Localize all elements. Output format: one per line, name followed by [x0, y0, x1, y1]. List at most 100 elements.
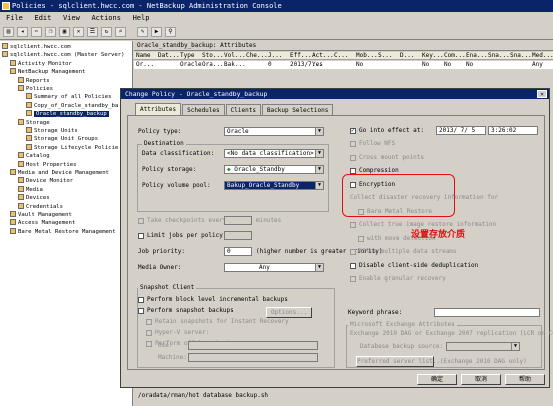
refresh-icon[interactable]: ↻	[101, 27, 112, 37]
tab-backup-selections[interactable]: Backup Selections	[261, 104, 334, 115]
delete-icon[interactable]: ✕	[73, 27, 84, 37]
column-header[interactable]: Eff...	[290, 52, 312, 60]
column-header[interactable]: Key...	[422, 52, 444, 60]
policy-type-select[interactable]: Oracle ▼	[224, 127, 324, 136]
media-owner-select[interactable]: Any ▼	[224, 263, 324, 272]
paste-icon[interactable]: ▣	[59, 27, 70, 37]
tree-item[interactable]: Reports	[18, 76, 50, 85]
tree-item[interactable]: Copy_of_Oracle_standby_ba	[26, 101, 118, 110]
policy-new-icon[interactable]: ✎	[137, 27, 148, 37]
menu-help[interactable]: Help	[133, 13, 150, 24]
tree-item[interactable]: Credentials	[18, 202, 63, 211]
tree-item[interactable]: Bare Metal Restore Management	[10, 227, 116, 236]
go-date-field[interactable]: 2013/ 7/ 5	[436, 126, 486, 135]
job-priority-field[interactable]: 0	[224, 247, 252, 256]
tree-item[interactable]: Devices	[18, 194, 50, 202]
column-header[interactable]: Name	[136, 52, 150, 60]
tree-item[interactable]: Summary of all Policies	[26, 93, 111, 101]
tree-item[interactable]: Media and Device Management	[10, 169, 109, 177]
tree-item[interactable]: Access Management	[10, 219, 75, 227]
tab-schedules[interactable]: Schedules	[182, 104, 225, 115]
close-icon[interactable]: ×	[537, 90, 547, 98]
properties-icon[interactable]: ☰	[87, 27, 98, 37]
option-checkbox[interactable]	[350, 249, 356, 255]
find-icon[interactable]: ⌕	[115, 27, 126, 37]
tab-attributes[interactable]: Attributes	[135, 103, 182, 115]
cancel-button[interactable]: 取消	[461, 374, 501, 385]
machine-field[interactable]	[188, 353, 318, 362]
column-header[interactable]: Type	[180, 52, 194, 60]
use-field[interactable]	[188, 341, 318, 350]
table-row[interactable]: Or... Oracle Ora... Bak... 0 2013/7... Yes No No…	[134, 61, 553, 69]
copy-icon[interactable]: ❐	[45, 27, 56, 37]
column-header[interactable]: Sna...	[510, 52, 532, 60]
option-checkbox[interactable]	[350, 154, 356, 161]
column-header[interactable]: Com...	[444, 52, 466, 60]
tree-item[interactable]: Device Monitor	[18, 177, 73, 185]
snapshot-checkbox[interactable]	[146, 330, 152, 336]
column-header[interactable]: Che...	[246, 52, 268, 60]
tree-item[interactable]: Host Properties	[18, 160, 77, 169]
go-into-effect-checkbox[interactable]	[350, 127, 356, 134]
tree-item[interactable]: Media	[18, 185, 43, 194]
column-header[interactable]: S...	[378, 52, 392, 60]
menu-actions[interactable]: Actions	[91, 13, 121, 24]
new-icon[interactable]: ▤	[3, 27, 14, 37]
column-header[interactable]: J...	[268, 52, 282, 60]
column-header[interactable]: Med...	[532, 52, 553, 60]
go-time-field[interactable]: 3:26:02	[488, 126, 538, 135]
column-header[interactable]: C...	[334, 52, 348, 60]
tree-item[interactable]: Activity Monitor	[10, 59, 72, 68]
data-classification-select[interactable]: <No data classification> ▼	[224, 149, 324, 158]
column-header[interactable]: Sto...	[202, 52, 224, 60]
tree-item[interactable]: NetBackup Management	[10, 68, 85, 76]
limit-jobs-checkbox[interactable]	[138, 233, 144, 239]
menu-file[interactable]: File	[6, 13, 23, 24]
column-header[interactable]: Vol...	[224, 52, 246, 60]
help-button[interactable]: 帮助	[505, 374, 545, 385]
tree-item[interactable]: Catalog	[18, 152, 50, 160]
option-checkbox[interactable]	[350, 276, 356, 282]
tree-item[interactable]: Storage	[18, 118, 50, 127]
checkpoint-checkbox[interactable]	[138, 218, 144, 224]
tree-item[interactable]: Oracle_standby_backup	[26, 110, 109, 118]
option-checkbox[interactable]	[350, 222, 356, 228]
policy-storage-select[interactable]: ◆ Oracle_Standby ▼	[224, 165, 324, 174]
filter-icon[interactable]: ⚲	[165, 27, 176, 37]
back-icon[interactable]: ◂	[17, 27, 28, 37]
snapshot-checkbox[interactable]	[138, 308, 144, 314]
snapshot-checkbox[interactable]	[138, 297, 144, 303]
column-header[interactable]: Ena...	[466, 52, 488, 60]
snapshot-checkbox[interactable]	[146, 319, 152, 325]
column-header[interactable]: Act...	[312, 52, 334, 60]
tree-item[interactable]: Policies	[18, 85, 53, 93]
tree-item[interactable]: Vault Management	[10, 211, 72, 219]
limit-jobs-field[interactable]	[224, 231, 252, 240]
preferred-server-button[interactable]: Preferred server list...	[356, 356, 444, 367]
options-button[interactable]: Options...	[266, 307, 312, 318]
tree-item[interactable]: sqlclient.hwcc.com (Master Server)	[2, 51, 125, 59]
menu-view[interactable]: View	[63, 13, 80, 24]
db-source-select[interactable]: ▼	[446, 342, 520, 351]
keyword-field[interactable]	[434, 308, 540, 317]
menu-edit[interactable]: Edit	[34, 13, 51, 24]
option-checkbox[interactable]	[350, 141, 356, 147]
cut-icon[interactable]: ✂	[31, 27, 42, 37]
run-icon[interactable]: ▶	[151, 27, 162, 37]
column-header[interactable]: Sna...	[488, 52, 510, 60]
exchange-description: Exchange 2010 DAG or Exchange 2007 repli…	[350, 330, 553, 337]
tree-item[interactable]: Storage Lifecycle Policie	[26, 143, 118, 152]
snapshot-checkbox[interactable]	[146, 341, 152, 347]
volume-pool-select[interactable]: Bakup_Oracle_Standby ▼	[224, 181, 324, 190]
tree-item[interactable]: sqlclient.hwcc.com	[2, 43, 71, 51]
tab-clients[interactable]: Clients	[225, 104, 261, 115]
tree-item[interactable]: Storage Unit Groups	[26, 135, 98, 143]
column-header[interactable]: D...	[400, 52, 414, 60]
column-header[interactable]: Dat...	[158, 52, 180, 60]
column-header[interactable]: Mob...	[356, 52, 378, 60]
checkpoint-field[interactable]	[224, 216, 252, 225]
option-checkbox[interactable]	[358, 235, 364, 242]
ok-button[interactable]: 确定	[417, 374, 457, 385]
tree-item[interactable]: Storage Units	[26, 127, 78, 135]
option-checkbox[interactable]	[350, 262, 356, 269]
